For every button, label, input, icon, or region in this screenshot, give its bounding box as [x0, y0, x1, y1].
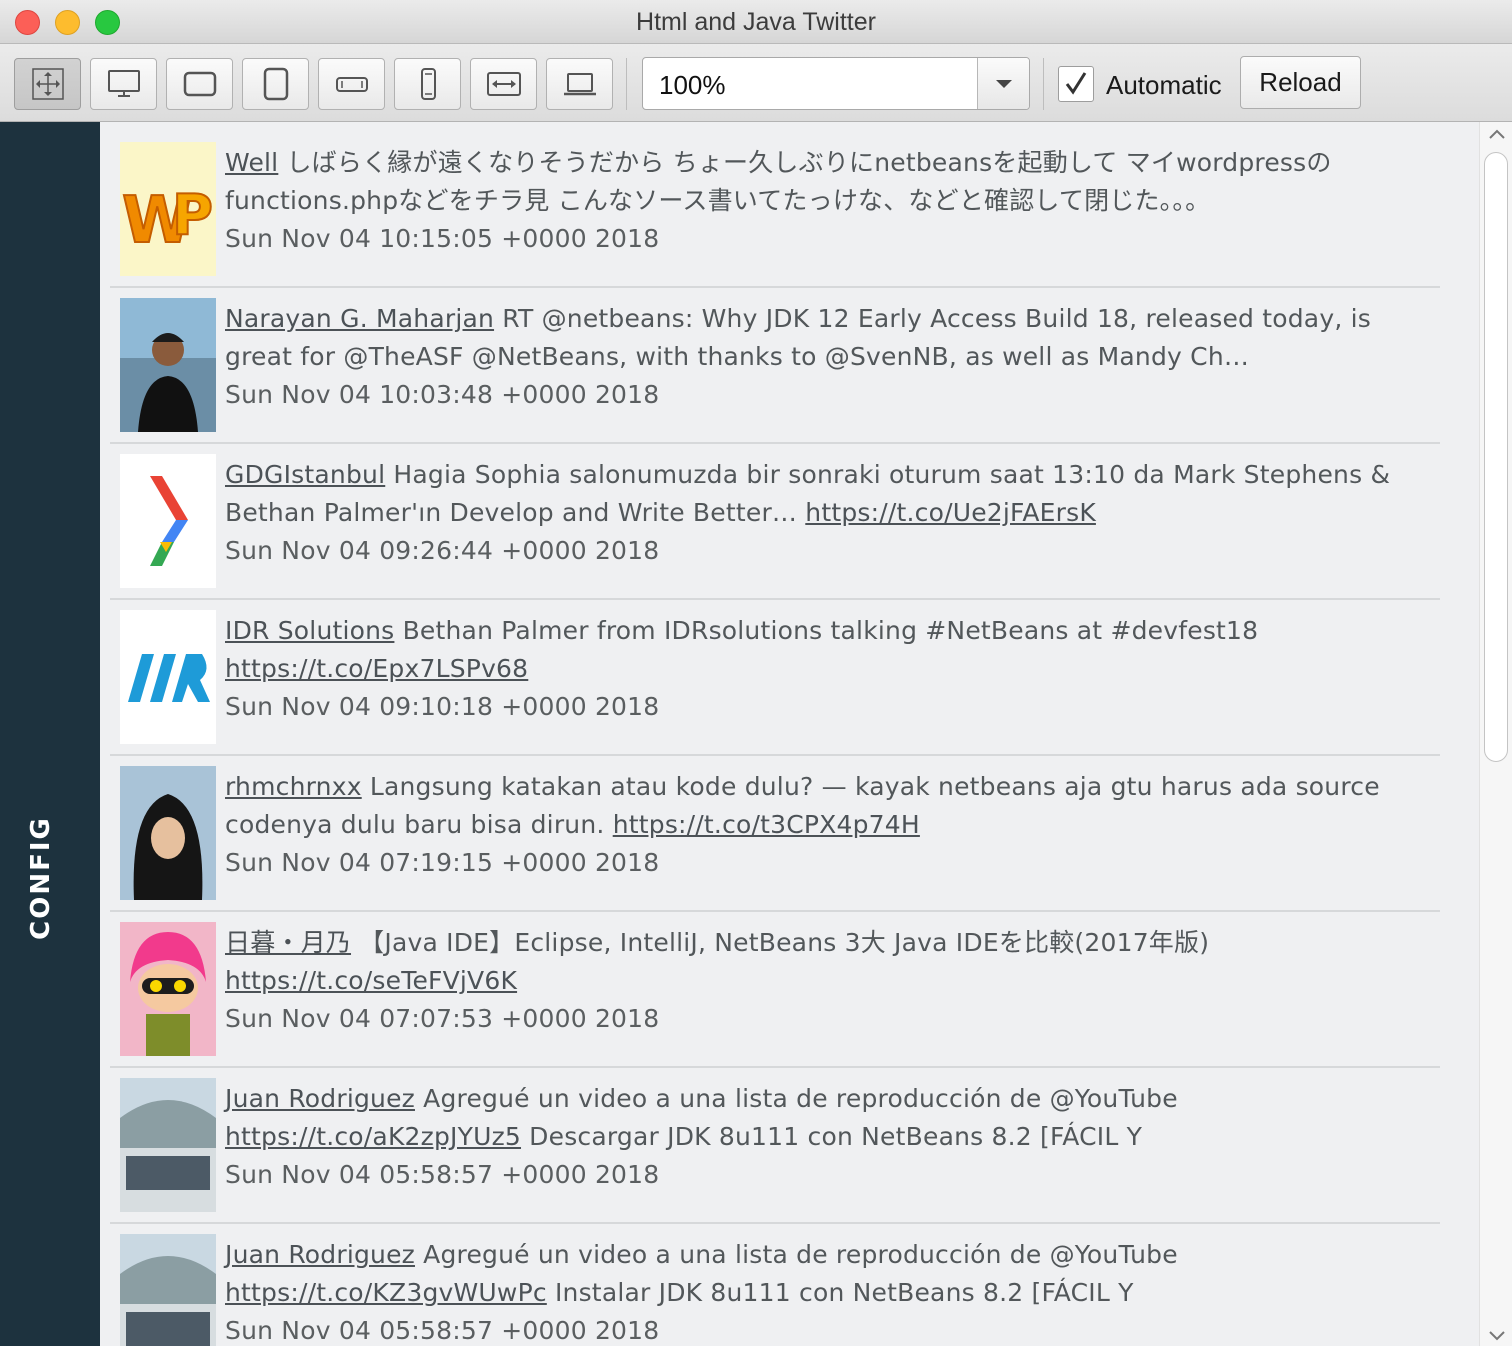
tweet-link[interactable]: https://t.co/seTeFVjV6K: [225, 966, 517, 995]
svg-text:P: P: [172, 183, 213, 248]
tweet-item: rhmchrnxx Langsung katakan atau kode dul…: [110, 756, 1440, 912]
tweet-item: Narayan G. Maharjan RT @netbeans: Why JD…: [110, 288, 1440, 444]
scroll-up-arrow-icon[interactable]: [1488, 128, 1506, 140]
cartoon-avatar: [120, 922, 216, 1056]
avatar: [120, 298, 216, 432]
tweet-user-link[interactable]: GDGIstanbul: [225, 460, 385, 489]
phone-portrait-icon: [420, 68, 436, 100]
tablet-portrait-icon: [263, 67, 288, 101]
zoom-dropdown-button[interactable]: [977, 58, 1029, 109]
tweet-link[interactable]: https://t.co/Ue2jFAErsK: [805, 498, 1096, 527]
avatar: [120, 1078, 216, 1212]
title-bar: Html and Java Twitter: [0, 0, 1512, 44]
toolbar-separator: [626, 58, 627, 110]
tweet-user-link[interactable]: Well: [225, 148, 278, 177]
tweet-date: Sun Nov 04 07:19:15 +0000 2018: [225, 848, 660, 877]
avatar: [120, 766, 216, 900]
tweet-text: Agregué un video a una lista de reproduc…: [423, 1240, 1178, 1269]
group-photo: [120, 1234, 216, 1346]
wordpress-logo-avatar: W P: [120, 142, 216, 276]
desktop-view-button[interactable]: [90, 58, 157, 110]
phone-landscape-button[interactable]: [318, 58, 385, 110]
tweet-user-link[interactable]: rhmchrnxx: [225, 772, 362, 801]
tweet-item: Juan Rodriguez Agregué un video a una li…: [110, 1068, 1440, 1224]
zoom-value[interactable]: 100%: [659, 70, 726, 101]
tweet-text: Agregué un video a una lista de reproduc…: [423, 1084, 1178, 1113]
tweet-item: W P Well しばらく縁が遠くなりそうだから ちょー久しぶりにnetbean…: [110, 132, 1440, 288]
fit-width-button[interactable]: [470, 58, 537, 110]
laptop-view-button[interactable]: [546, 58, 613, 110]
tweet-user-link[interactable]: Narayan G. Maharjan: [225, 304, 494, 333]
group-photo: [120, 1078, 216, 1212]
checkmark-icon: [1065, 72, 1087, 95]
tweet-item: Juan Rodriguez Agregué un video a una li…: [110, 1224, 1440, 1346]
tweet-text-after: Descargar JDK 8u111 con NetBeans 8.2 [FÁ…: [529, 1122, 1143, 1151]
tweet-link[interactable]: https://t.co/KZ3gvWUwPc: [225, 1278, 547, 1307]
tweet-date: Sun Nov 04 09:10:18 +0000 2018: [225, 692, 660, 721]
profile-photo: [120, 298, 216, 432]
automatic-checkbox[interactable]: [1058, 66, 1094, 102]
avatar: [120, 922, 216, 1056]
toolbar: 100% Automatic Reload: [0, 44, 1512, 122]
scrollbar-thumb[interactable]: [1484, 152, 1508, 762]
tweet-link[interactable]: https://t.co/t3CPX4p74H: [613, 810, 920, 839]
tweet-feed[interactable]: W P Well しばらく縁が遠くなりそうだから ちょー久しぶりにnetbean…: [100, 122, 1479, 1346]
tweet-link[interactable]: https://t.co/aK2zpJYUz5: [225, 1122, 521, 1151]
avatar: [120, 1234, 216, 1346]
move-arrows-icon: [31, 68, 64, 100]
tablet-portrait-button[interactable]: [242, 58, 309, 110]
phone-portrait-button[interactable]: [394, 58, 461, 110]
scroll-down-arrow-icon[interactable]: [1488, 1330, 1506, 1342]
tweet-user-link[interactable]: 日暮・月乃: [225, 928, 351, 957]
tweet-date: Sun Nov 04 09:26:44 +0000 2018: [225, 536, 660, 565]
gdg-logo-avatar: [120, 454, 216, 588]
zoom-combobox[interactable]: 100%: [642, 57, 1030, 110]
tweet-date: Sun Nov 04 05:58:57 +0000 2018: [225, 1160, 660, 1189]
tweet-text: しばらく縁が遠くなりそうだから ちょー久しぶりにnetbeansを起動して マイ…: [225, 148, 1332, 215]
desktop-icon: [107, 70, 140, 97]
tweet-date: Sun Nov 04 07:07:53 +0000 2018: [225, 1004, 660, 1033]
tweet-date: Sun Nov 04 05:58:57 +0000 2018: [225, 1316, 660, 1345]
tweet-item: GDGIstanbul Hagia Sophia salonumuzda bir…: [110, 444, 1440, 600]
avatar: [120, 610, 216, 744]
tweet-user-link[interactable]: IDR Solutions: [225, 616, 394, 645]
tweet-text: Bethan Palmer from IDRsolutions talking …: [402, 616, 1259, 645]
config-label[interactable]: CONFIG: [26, 816, 56, 940]
tweet-item: IDR Solutions Bethan Palmer from IDRsolu…: [110, 600, 1440, 756]
phone-landscape-icon: [335, 77, 368, 92]
tweet-user-link[interactable]: Juan Rodriguez: [225, 1240, 415, 1269]
chevron-down-icon: [995, 79, 1012, 88]
config-sidebar[interactable]: CONFIG: [0, 122, 100, 1346]
avatar: [120, 454, 216, 588]
tweet-link[interactable]: https://t.co/Epx7LSPv68: [225, 654, 528, 683]
laptop-icon: [563, 73, 596, 96]
move-tool-button[interactable]: [14, 58, 81, 110]
profile-photo: [120, 766, 216, 900]
tweet-date: Sun Nov 04 10:03:48 +0000 2018: [225, 380, 660, 409]
tweet-date: Sun Nov 04 10:15:05 +0000 2018: [225, 224, 660, 253]
idr-logo-avatar: [120, 610, 216, 744]
vertical-scrollbar[interactable]: [1479, 122, 1512, 1346]
app-window: Html and Java Twitter 100% Automatic Rel…: [0, 0, 1512, 1346]
toolbar-separator: [1043, 58, 1044, 110]
tweet-item: 日暮・月乃 【Java IDE】Eclipse, IntelliJ, NetBe…: [110, 912, 1440, 1068]
tweet-user-link[interactable]: Juan Rodriguez: [225, 1084, 415, 1113]
tablet-landscape-button[interactable]: [166, 58, 233, 110]
window-title: Html and Java Twitter: [636, 8, 876, 36]
avatar: W P: [120, 142, 216, 276]
tablet-landscape-icon: [183, 71, 216, 97]
reload-button[interactable]: Reload: [1240, 56, 1361, 109]
automatic-label[interactable]: Automatic: [1106, 70, 1222, 101]
tweet-text-after: Instalar JDK 8u111 con NetBeans 8.2 [FÁC…: [554, 1278, 1134, 1307]
tweet-text: 【Java IDE】Eclipse, IntelliJ, NetBeans 3大…: [359, 928, 1210, 957]
fit-width-icon: [486, 72, 521, 96]
